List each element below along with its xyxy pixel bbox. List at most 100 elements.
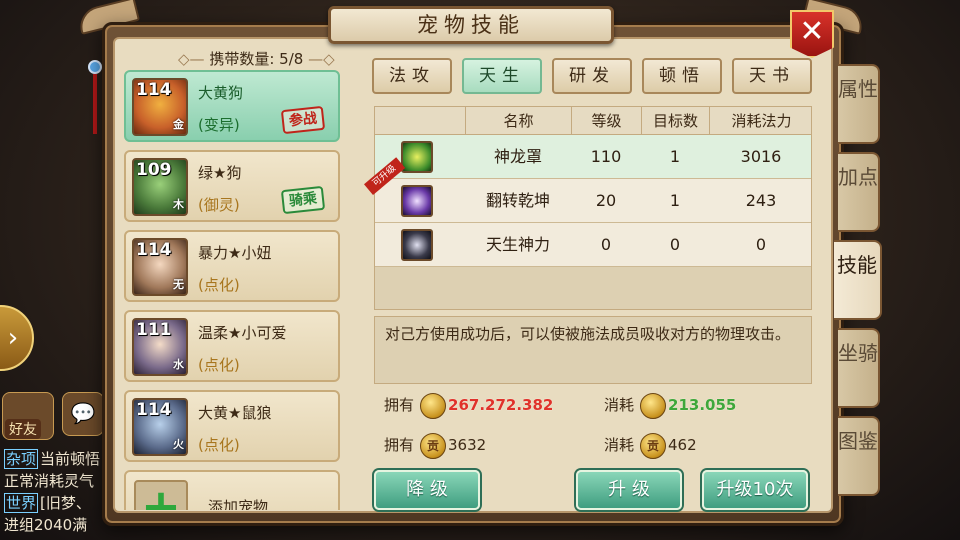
battle-stamp: 参战: [280, 105, 326, 135]
pet-name: 大黄★鼠狼: [198, 404, 272, 422]
skill-cost: 243: [745, 191, 777, 210]
pet-card[interactable]: 111 水 温柔★小可爱 (点化): [124, 310, 340, 382]
expand-arrow-button[interactable]: ›: [0, 305, 34, 371]
tab-skill-book[interactable]: 天书: [732, 58, 812, 94]
upgrade-button[interactable]: 升 级: [576, 470, 682, 510]
add-pet-label: 添加宠物: [208, 498, 269, 510]
cost-contribution-row: 消耗 462: [604, 430, 697, 460]
tab-research[interactable]: 研发: [552, 58, 632, 94]
pet-type: (点化): [198, 276, 240, 294]
pet-element-badge: 木: [173, 198, 184, 211]
skill-cost: 0: [755, 235, 767, 254]
pet-card[interactable]: 109 木 绿★狗 (御灵) 骑乘: [124, 150, 340, 222]
pet-avatar: 109 木: [132, 158, 188, 216]
pet-name: 绿★狗: [198, 164, 242, 182]
pet-element-badge: 无: [173, 278, 184, 291]
tab-magic-attack[interactable]: 法攻: [372, 58, 452, 94]
skill-targets: 1: [669, 191, 681, 210]
pet-card[interactable]: 114 金 大黄狗 (变异) 参战: [124, 70, 340, 142]
table-header: 名称 等级 目标数 消耗法力: [375, 107, 811, 135]
own-contribution-value: 3632: [448, 436, 487, 454]
side-tab-mount[interactable]: 坐骑: [838, 328, 880, 408]
side-tab-add-points[interactable]: 加点: [838, 152, 880, 232]
side-tab-skills[interactable]: 技能: [834, 240, 882, 320]
lantern-decoration: [88, 40, 102, 140]
own-coin-value: 267.272.382: [448, 396, 554, 414]
chat-icon[interactable]: 💬: [62, 392, 104, 436]
pet-name: 暴力★小妞: [198, 244, 272, 262]
table-row[interactable]: 神龙罩 110 1 3016: [375, 135, 811, 179]
pet-avatar: 114 无: [132, 238, 188, 296]
pet-card[interactable]: 114 火 大黄★鼠狼 (点化): [124, 390, 340, 462]
skill-name: 神龙罩: [493, 147, 542, 166]
pet-type: (变异): [198, 116, 240, 134]
column-header-level: 等级: [571, 107, 641, 135]
skill-description-box: 对己方使用成功后，可以使被施法成员吸收对方的物理攻击。: [374, 316, 812, 384]
own-label: 拥有: [384, 436, 415, 454]
vortex-skill-icon: [401, 185, 433, 217]
strength-skill-icon: [401, 229, 433, 261]
chat-line: 正常消耗灵气: [4, 472, 95, 490]
tab-innate[interactable]: 天生: [462, 58, 542, 94]
chat-tag: 世界: [4, 493, 39, 513]
friend-button[interactable]: 好友: [2, 392, 54, 440]
pet-type: (御灵): [198, 196, 240, 214]
pet-level: 114: [136, 240, 172, 260]
skill-description: 对己方使用成功后，可以使被施法成员吸收对方的物理攻击。: [385, 325, 791, 343]
pet-name: 温柔★小可爱: [198, 324, 287, 342]
chat-line: 进组2040满: [4, 516, 88, 534]
carry-count-value: 5/8: [279, 50, 304, 68]
cost-coin-row: 消耗 213.055: [604, 390, 736, 420]
table-row[interactable]: 可升级 翻转乾坤 20 1 243: [364, 157, 811, 223]
add-pet-card[interactable]: + 添加宠物: [124, 470, 340, 510]
carry-count-label: 携带数量:: [209, 50, 275, 68]
contribution-icon: [420, 432, 447, 459]
panel-title: 宠物技能: [328, 6, 614, 44]
side-tab-attributes[interactable]: 属性: [838, 64, 880, 144]
table-row[interactable]: 天生神力 0 0 0: [375, 223, 811, 267]
plus-icon: +: [134, 480, 188, 510]
ornament-icon: —◇: [308, 50, 335, 68]
cost-label: 消耗: [604, 396, 635, 414]
cost-label: 消耗: [604, 436, 635, 454]
coin-icon: [420, 392, 447, 419]
pet-card[interactable]: 114 无 暴力★小妞 (点化): [124, 230, 340, 302]
pet-list[interactable]: 114 金 大黄狗 (变异) 参战 109 木 绿★狗 (御灵) 骑乘 114 …: [124, 70, 342, 510]
friend-label: 好友: [5, 419, 41, 439]
pet-type: (点化): [198, 436, 240, 454]
pet-avatar: 114 火: [132, 398, 188, 456]
own-coin-row: 拥有 267.272.382: [384, 390, 553, 420]
column-header-targets: 目标数: [641, 107, 709, 135]
skill-name: 翻转乾坤: [485, 191, 550, 210]
ornament-icon: ◇—: [178, 50, 205, 68]
pet-level: 109: [136, 160, 172, 180]
shield-skill-icon: [401, 141, 433, 173]
pet-avatar: 114 金: [132, 78, 188, 136]
upgrade-ten-button[interactable]: 升级10次: [702, 470, 808, 510]
cost-contribution-value: 462: [668, 436, 697, 454]
pet-level: 114: [136, 80, 172, 100]
pet-name: 大黄狗: [198, 84, 244, 102]
chat-tag: 杂项: [4, 449, 39, 469]
side-tab-collection[interactable]: 图鉴: [838, 416, 880, 496]
pet-element-badge: 金: [173, 118, 184, 131]
pet-level: 111: [136, 320, 172, 340]
skill-targets: 1: [669, 147, 681, 166]
tab-enlightenment[interactable]: 顿悟: [642, 58, 722, 94]
coin-icon: [640, 392, 667, 419]
pet-element-badge: 水: [173, 358, 184, 371]
own-label: 拥有: [384, 396, 415, 414]
pet-avatar: 111 水: [132, 318, 188, 376]
skill-level: 0: [600, 235, 612, 254]
downgrade-button[interactable]: 降 级: [374, 470, 480, 510]
pet-level: 114: [136, 400, 172, 420]
column-header-name: 名称: [465, 107, 571, 135]
skill-level: 20: [595, 191, 617, 210]
ride-stamp: 骑乘: [280, 185, 326, 215]
skill-tabs: 法攻 天生 研发 顿悟 天书: [372, 58, 812, 96]
chat-line: [旧梦、: [40, 494, 91, 512]
skill-name: 天生神力: [485, 235, 550, 254]
own-contribution-row: 拥有 3632: [384, 430, 486, 460]
skill-targets: 0: [669, 235, 681, 254]
contribution-icon: [640, 432, 667, 459]
